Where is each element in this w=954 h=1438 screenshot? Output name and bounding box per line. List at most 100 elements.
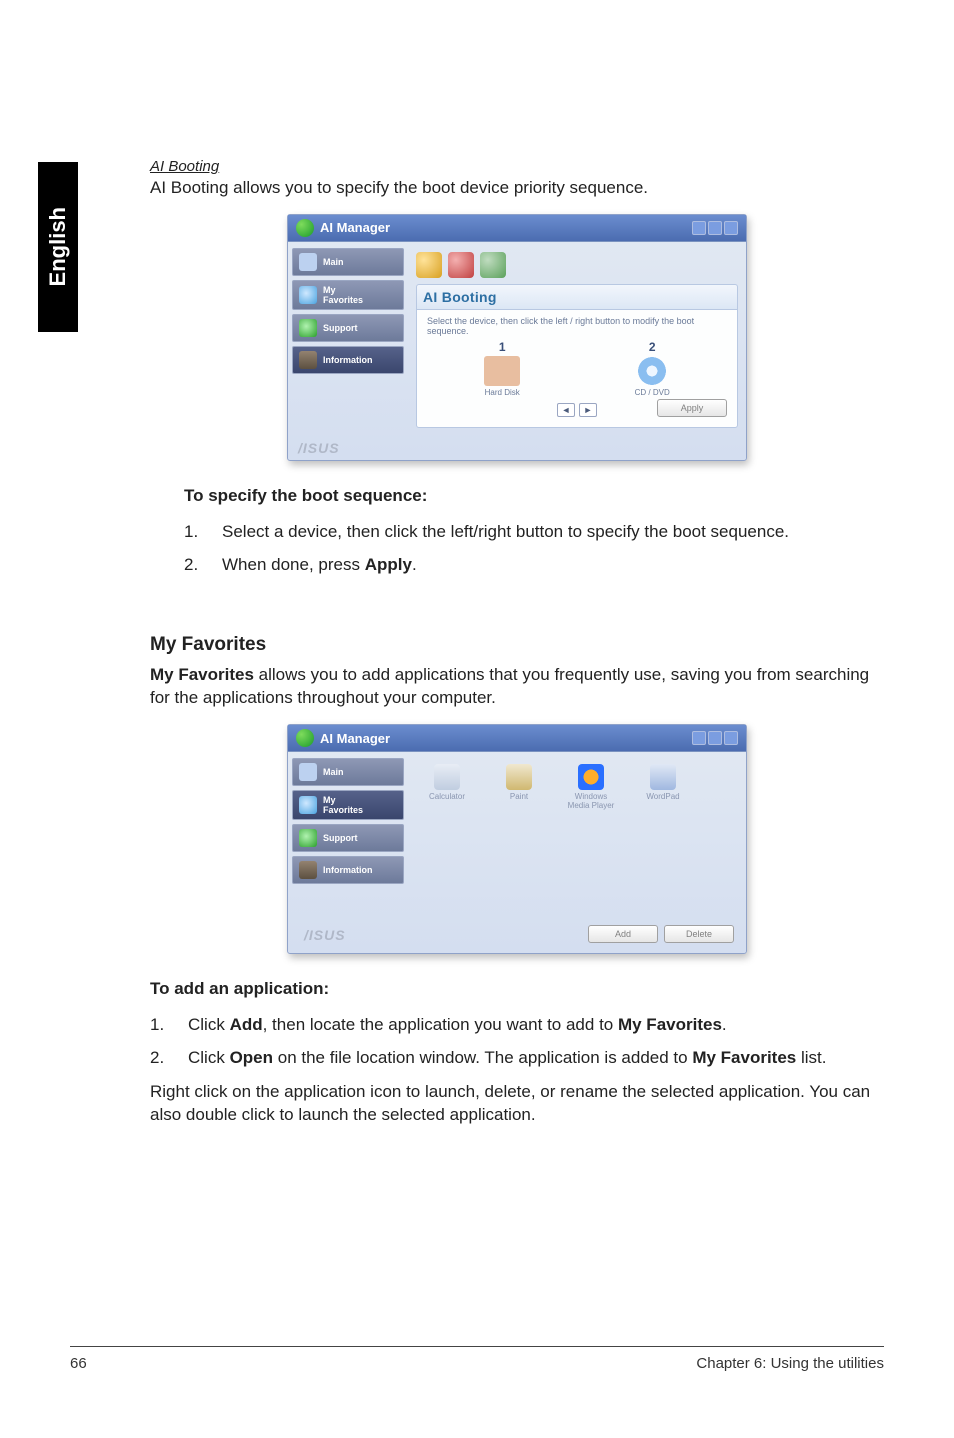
step-number: 2.	[150, 1044, 162, 1071]
toolbar-icon-2[interactable]	[448, 252, 474, 278]
minimize-icon[interactable]	[692, 221, 706, 235]
brand-footer: /ISUS	[294, 923, 356, 947]
close-icon[interactable]	[724, 731, 738, 745]
step-number: 2.	[184, 551, 196, 578]
sidebar-item-favorites[interactable]: My Favorites	[292, 280, 404, 310]
paint-icon	[506, 764, 532, 790]
apply-button[interactable]: Apply	[657, 399, 727, 417]
page-number: 66	[70, 1355, 87, 1372]
side-language-tab: English	[38, 162, 78, 332]
step-text: When done, press Apply.	[222, 551, 417, 578]
sidebar-label-support: Support	[323, 323, 358, 333]
closing-paragraph: Right click on the application icon to l…	[150, 1081, 884, 1127]
add-step-2: 2. Click Open on the file location windo…	[150, 1044, 884, 1071]
harddisk-icon	[484, 356, 520, 386]
window-titlebar: AI Manager	[288, 725, 746, 752]
information-icon	[299, 861, 317, 879]
add-step-1: 1. Click Add, then locate the applicatio…	[150, 1011, 884, 1038]
sidebar-label-information: Information	[323, 865, 373, 875]
boot-1-label: Hard Disk	[485, 388, 520, 397]
wordpad-icon	[650, 764, 676, 790]
boot-sequence-subhead: To specify the boot sequence:	[184, 485, 884, 508]
step-text: Select a device, then click the left/rig…	[222, 518, 789, 545]
sidebar-item-main[interactable]: Main	[292, 248, 404, 276]
app-logo-icon	[296, 219, 314, 237]
sidebar-item-information[interactable]: Information	[292, 856, 404, 884]
move-right-button[interactable]: ►	[579, 403, 597, 417]
step-text: Click Open on the file location window. …	[188, 1044, 827, 1071]
aibooting-panel: Select the device, then click the left /…	[416, 309, 738, 428]
step-text: Click Add, then locate the application y…	[188, 1011, 727, 1038]
my-favorites-intro: My Favorites allows you to add applicati…	[150, 664, 884, 710]
close-icon[interactable]	[724, 221, 738, 235]
app-label: Windows Media Player	[568, 793, 615, 811]
my-favorites-heading: My Favorites	[150, 634, 884, 656]
boot-step-2: 2. When done, press Apply.	[184, 551, 884, 578]
toolbar	[416, 252, 738, 278]
favorites-icon	[299, 286, 317, 304]
step-number: 1.	[184, 518, 196, 545]
toolbar-icon-3[interactable]	[480, 252, 506, 278]
favorite-app-wmp[interactable]: Windows Media Player	[564, 764, 618, 811]
chapter-label: Chapter 6: Using the utilities	[696, 1355, 884, 1372]
boot-2-number: 2	[649, 340, 656, 354]
add-application-subhead: To add an application:	[150, 978, 884, 1001]
add-button[interactable]: Add	[588, 925, 658, 943]
sidebar-label-favorites: My Favorites	[323, 795, 363, 815]
boot-step-1: 1. Select a device, then click the left/…	[184, 518, 884, 545]
ai-manager-window-favorites: AI Manager Main My Favorites Support Inf…	[287, 724, 747, 954]
maximize-icon[interactable]	[708, 221, 722, 235]
ai-booting-heading: AI Booting	[150, 158, 884, 175]
window-title: AI Manager	[320, 220, 390, 235]
sidebar-item-information[interactable]: Information	[292, 346, 404, 374]
sidebar-label-main: Main	[323, 257, 344, 267]
favorites-buttons: Add Delete	[588, 925, 734, 943]
my-favorites-screenshot: AI Manager Main My Favorites Support Inf…	[150, 724, 884, 954]
minimize-icon[interactable]	[692, 731, 706, 745]
page-footer: 66 Chapter 6: Using the utilities	[70, 1346, 884, 1372]
favorites-grid: Calculator Paint Windows Media Player Wo…	[408, 752, 746, 928]
sidebar-label-information: Information	[323, 355, 373, 365]
add-application-steps: 1. Click Add, then locate the applicatio…	[150, 1011, 884, 1071]
main-icon	[299, 253, 317, 271]
sidebar-label-favorites: My Favorites	[323, 285, 363, 305]
sidebar-item-support[interactable]: Support	[292, 314, 404, 342]
page-content: AI Booting AI Booting allows you to spec…	[150, 158, 884, 1127]
information-icon	[299, 351, 317, 369]
sidebar-item-favorites[interactable]: My Favorites	[292, 790, 404, 820]
delete-button[interactable]: Delete	[664, 925, 734, 943]
sidebar-item-support[interactable]: Support	[292, 824, 404, 852]
ai-booting-screenshot: AI Manager Main My Favorites Support Inf…	[150, 214, 884, 461]
boot-device-2[interactable]: 2 CD / DVD	[635, 340, 670, 397]
maximize-icon[interactable]	[708, 731, 722, 745]
app-label: WordPad	[646, 793, 679, 802]
panel-hint: Select the device, then click the left /…	[427, 316, 727, 336]
toolbar-icon-1[interactable]	[416, 252, 442, 278]
intro-rest: allows you to add applications that you …	[150, 665, 869, 707]
window-title: AI Manager	[320, 731, 390, 746]
main-panel: AI Booting Select the device, then click…	[408, 242, 746, 436]
app-label: Paint	[510, 793, 528, 802]
sidebar-item-main[interactable]: Main	[292, 758, 404, 786]
sidebar-label-main: Main	[323, 767, 344, 777]
ai-manager-window: AI Manager Main My Favorites Support Inf…	[287, 214, 747, 461]
window-buttons[interactable]	[692, 221, 738, 235]
ai-booting-intro: AI Booting allows you to specify the boo…	[150, 177, 884, 200]
boot-device-1[interactable]: 1 Hard Disk	[484, 340, 520, 397]
intro-bold: My Favorites	[150, 665, 254, 684]
main-icon	[299, 763, 317, 781]
window-titlebar: AI Manager	[288, 215, 746, 242]
step-number: 1.	[150, 1011, 162, 1038]
move-left-button[interactable]: ◄	[557, 403, 575, 417]
favorites-icon	[299, 796, 317, 814]
favorite-app-paint[interactable]: Paint	[492, 764, 546, 802]
boot-2-label: CD / DVD	[635, 388, 670, 397]
favorite-app-wordpad[interactable]: WordPad	[636, 764, 690, 802]
app-logo-icon	[296, 729, 314, 747]
disc-icon	[637, 356, 667, 386]
favorite-app-calculator[interactable]: Calculator	[420, 764, 474, 802]
wmp-icon	[578, 764, 604, 790]
side-language-label: English	[45, 207, 71, 286]
window-buttons[interactable]	[692, 731, 738, 745]
sidebar: Main My Favorites Support Information	[288, 752, 408, 928]
